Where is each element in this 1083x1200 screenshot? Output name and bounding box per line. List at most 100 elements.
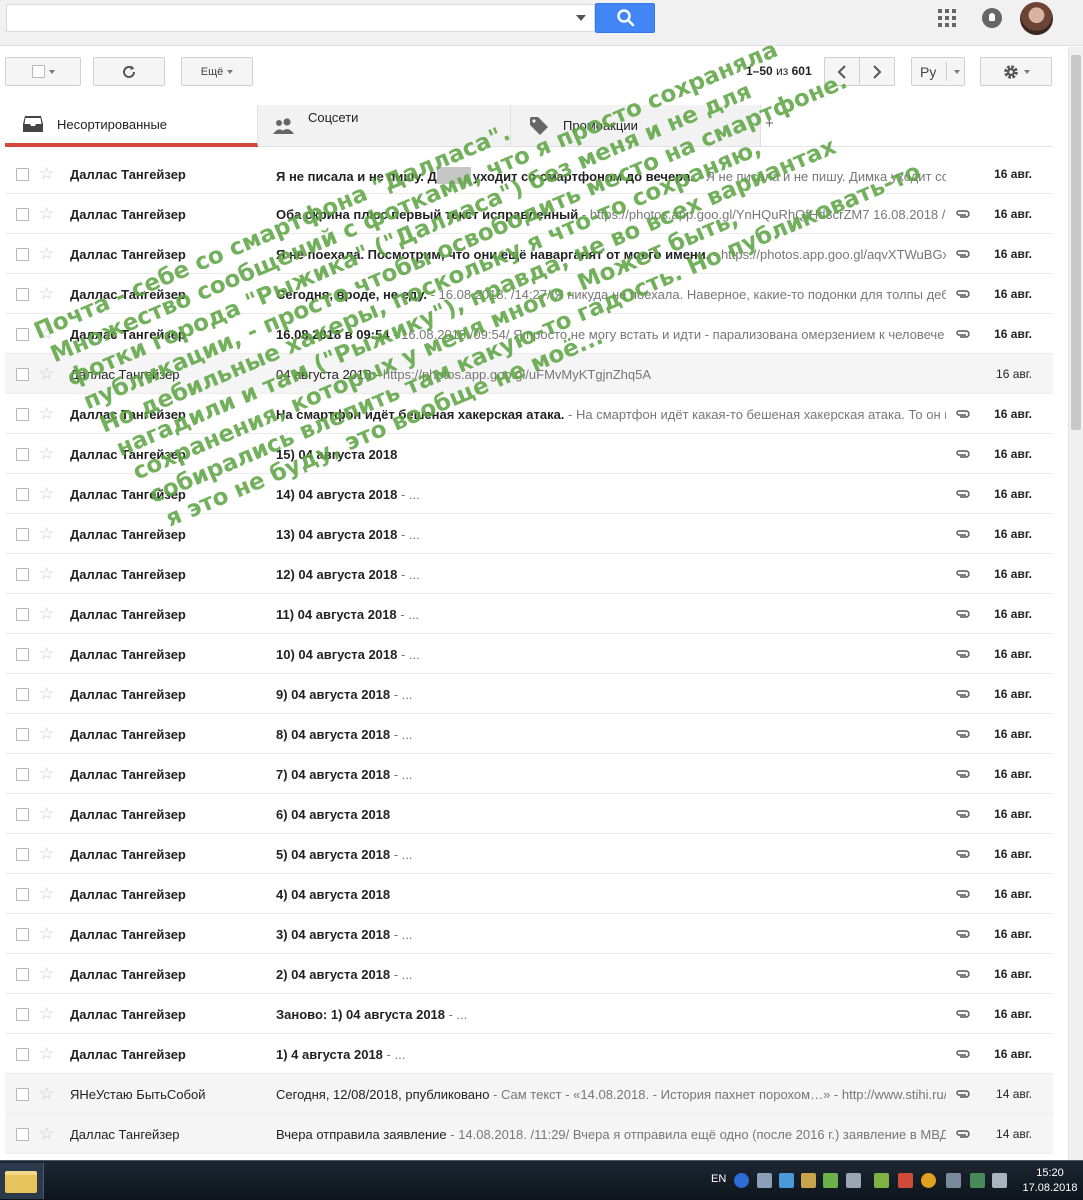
table-row[interactable]: ☆ Даллас Тангейзер 8) 04 августа 2018 - ..… [5,714,1053,754]
row-checkbox[interactable] [16,888,29,901]
star-icon[interactable]: ☆ [39,644,54,664]
star-icon[interactable]: ☆ [39,1004,54,1024]
table-row[interactable]: ☆ Даллас Тангейзер 11) 04 августа 2018 - .… [5,594,1053,634]
scrollbar-thumb[interactable] [1071,55,1081,430]
row-checkbox[interactable] [16,488,29,501]
table-row[interactable]: ☆ Даллас Тангейзер Сегодня, вроде, не еду.… [5,274,1053,314]
search-button[interactable] [595,3,655,33]
star-icon[interactable]: ☆ [39,324,54,344]
star-icon[interactable]: ☆ [39,924,54,944]
table-row[interactable]: ☆ Даллас Тангейзер 10) 04 августа 2018 - .… [5,634,1053,674]
next-page-button[interactable] [859,57,895,86]
row-checkbox[interactable] [16,608,29,621]
network-icon[interactable] [779,1173,794,1188]
star-icon[interactable]: ☆ [39,1084,54,1104]
row-checkbox[interactable] [16,168,29,181]
tab-promotions[interactable]: Промоакции [511,105,761,147]
table-row[interactable]: ☆ Даллас Тангейзер Оба скрина плюс первый … [5,194,1053,234]
table-row[interactable]: ☆ Даллас Тангейзер Заново: 1) 04 августа 2… [5,994,1053,1034]
star-icon[interactable]: ☆ [39,564,54,584]
star-icon[interactable]: ☆ [39,164,54,184]
table-row[interactable]: ☆ Даллас Тангейзер 13) 04 августа 2018 - .… [5,514,1053,554]
star-icon[interactable]: ☆ [39,964,54,984]
chevron-down-icon[interactable] [954,70,960,74]
row-checkbox[interactable] [16,208,29,221]
row-checkbox[interactable] [16,728,29,741]
row-checkbox[interactable] [16,568,29,581]
row-checkbox[interactable] [16,1008,29,1021]
row-checkbox[interactable] [16,288,29,301]
star-icon[interactable]: ☆ [39,1124,54,1144]
table-row[interactable]: ☆ Даллас Тангейзер На смартфон идёт бешена… [5,394,1053,434]
row-checkbox[interactable] [16,848,29,861]
printer-icon[interactable] [946,1173,961,1188]
display-icon[interactable] [757,1173,772,1188]
table-row[interactable]: ☆ Даллас Тангейзер 2) 04 августа 2018 - ..… [5,954,1053,994]
table-row[interactable]: ☆ Даллас Тангейзер 3) 04 августа 2018 - ..… [5,914,1053,954]
row-checkbox[interactable] [16,1088,29,1101]
table-row[interactable]: ☆ Даллас Тангейзер 14) 04 августа 2018 - .… [5,474,1053,514]
app-tray-icon[interactable] [874,1173,889,1188]
apps-grid-icon[interactable] [938,9,958,29]
security-icon[interactable] [801,1173,816,1188]
row-checkbox[interactable] [16,248,29,261]
search-options-icon[interactable] [576,15,586,21]
star-icon[interactable]: ☆ [39,244,54,264]
star-icon[interactable]: ☆ [39,404,54,424]
tray-app-icon[interactable] [970,1173,985,1188]
row-checkbox[interactable] [16,808,29,821]
star-icon[interactable]: ☆ [39,724,54,744]
row-checkbox[interactable] [16,648,29,661]
table-row[interactable]: ☆ Даллас Тангейзер Я не поехала. Посмотрим… [5,234,1053,274]
star-icon[interactable]: ☆ [39,204,54,224]
table-row[interactable]: ☆ Даллас Тангейзер 6) 04 августа 2018 16 ав… [5,794,1053,834]
row-checkbox[interactable] [16,528,29,541]
row-checkbox[interactable] [16,368,29,381]
row-checkbox[interactable] [16,768,29,781]
row-checkbox[interactable] [16,928,29,941]
table-row[interactable]: ☆ Даллас Тангейзер 15) 04 августа 2018 16 а… [5,434,1053,474]
table-row[interactable]: ☆ Даллас Тангейзер 4) 04 августа 2018 16 ав… [5,874,1053,914]
star-icon[interactable]: ☆ [39,884,54,904]
table-row[interactable]: ☆ Даллас Тангейзер 04 августа 2018 - https… [5,354,1053,394]
table-row[interactable]: ☆ ЯНеУстаю БытьСобой Сегодня, 12/08/2018, … [5,1074,1053,1114]
star-icon[interactable]: ☆ [39,844,54,864]
tab-primary[interactable]: Несортированные [5,105,258,147]
star-icon[interactable]: ☆ [39,1044,54,1064]
table-row[interactable]: ☆ Даллас Тангейзер 1) 4 августа 2018 - ...… [5,1034,1053,1074]
star-icon[interactable]: ☆ [39,364,54,384]
flag-icon[interactable] [898,1173,913,1188]
star-icon[interactable]: ☆ [39,684,54,704]
more-button[interactable]: Ещё [181,57,253,86]
star-icon[interactable]: ☆ [39,444,54,464]
row-checkbox[interactable] [16,968,29,981]
row-checkbox[interactable] [16,408,29,421]
row-checkbox[interactable] [16,688,29,701]
add-tab-button[interactable]: + [765,115,774,132]
start-button[interactable] [0,1163,44,1199]
tab-social[interactable]: Соцсети [258,105,511,147]
row-checkbox[interactable] [16,448,29,461]
settings-button[interactable] [980,57,1052,86]
notifications-icon[interactable] [982,8,1002,28]
table-row[interactable]: ☆ Даллас Тангейзер Я не писала и не пишу. … [5,154,1053,194]
alert-icon[interactable] [921,1173,936,1188]
star-icon[interactable]: ☆ [39,284,54,304]
search-input[interactable] [7,5,567,31]
prev-page-button[interactable] [824,57,860,86]
star-icon[interactable]: ☆ [39,524,54,544]
table-row[interactable]: ☆ Даллас Тангейзер 5) 04 августа 2018 - ..… [5,834,1053,874]
star-icon[interactable]: ☆ [39,804,54,824]
refresh-button[interactable] [93,57,165,86]
row-checkbox[interactable] [16,1128,29,1141]
avatar[interactable] [1020,2,1053,35]
select-all-button[interactable] [5,57,81,86]
select-all-checkbox[interactable] [31,65,45,78]
volume-icon[interactable] [846,1173,861,1188]
table-row[interactable]: ☆ Даллас Тангейзер Вчера отправила заявлен… [5,1114,1053,1154]
table-row[interactable]: ☆ Даллас Тангейзер 9) 04 августа 2018 - ..… [5,674,1053,714]
star-icon[interactable]: ☆ [39,764,54,784]
tray-language[interactable]: EN [711,1173,726,1185]
help-icon[interactable] [734,1173,749,1188]
power-icon[interactable] [992,1173,1007,1188]
